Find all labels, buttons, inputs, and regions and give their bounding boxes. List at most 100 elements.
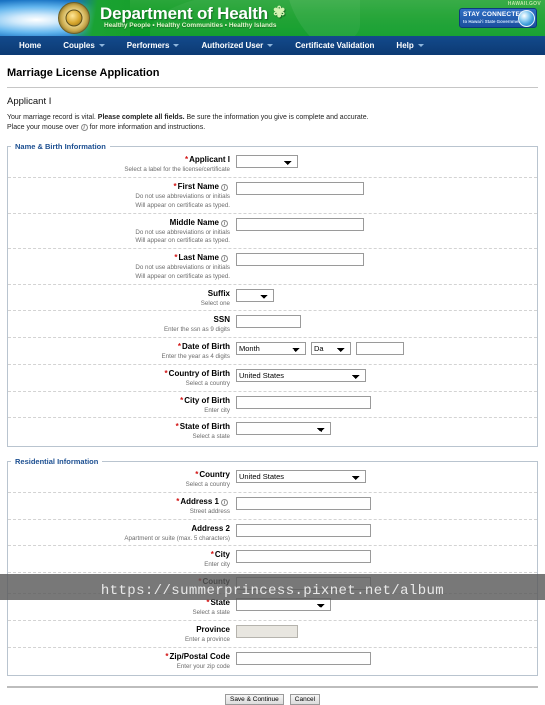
field-label-city-of-birth: *City of Birth Enter city <box>8 396 236 415</box>
field-label-text: *Address 1i <box>8 497 230 507</box>
dob-year-input[interactable] <box>356 342 404 356</box>
nav-item-label: Couples <box>63 41 95 50</box>
field-control-city-of-birth <box>236 395 371 409</box>
intro-part-4: Place your mouse over <box>7 124 79 132</box>
field-help-text: Select a state <box>192 433 231 441</box>
required-asterisk: * <box>184 155 189 165</box>
field-control-city <box>236 550 371 564</box>
field-help-text: Select a label for the license/certifica… <box>124 166 230 174</box>
site-banner: Department of Health ✾ Healthy People • H… <box>0 0 545 36</box>
chevron-down-icon <box>173 44 180 47</box>
form-row-first-name: *First Name i Do not use abbreviations or … <box>8 178 537 214</box>
residential-input-city[interactable] <box>236 550 371 564</box>
form-row-state-of-birth: *State of Birth Select a state <box>8 418 537 444</box>
field-help-text: Select one <box>200 299 230 307</box>
required-asterisk: * <box>195 470 199 480</box>
birth-input-first-name[interactable] <box>236 182 364 196</box>
field-control-first-name <box>236 182 364 196</box>
field-control-province <box>236 624 298 638</box>
form-row-zip-postal-code: *Zip/Postal Code Enter your zip code <box>8 648 537 674</box>
stay-connected-subtitle: to Hawai‘i State Government <box>463 19 523 24</box>
nav-item-certificate-validation[interactable]: Certificate Validation <box>284 41 385 50</box>
required-asterisk: * <box>180 395 184 405</box>
seal-inner-icon <box>65 9 83 27</box>
page-content: Marriage License Application Applicant I… <box>0 67 545 705</box>
form-row-country-of-birth: *Country of Birth Select a country United … <box>8 365 537 392</box>
residential-input-zip-postal-code[interactable] <box>236 651 371 665</box>
birth-select-suffix[interactable] <box>236 288 274 302</box>
nav-item-label: Authorized User <box>201 41 264 50</box>
field-label-applicant-i: *Applicant I Select a label for the licen… <box>8 155 236 174</box>
state-of-hawaii-seal-icon <box>58 2 90 34</box>
nav-item-authorized-user[interactable]: Authorized User <box>190 41 284 50</box>
field-help-text: Enter a province <box>184 635 230 643</box>
form-row-city: *City Enter city <box>8 546 537 574</box>
required-asterisk: * <box>164 368 168 378</box>
dob-month-select[interactable]: Month <box>236 342 306 356</box>
form-row-date-of-birth: *Date of Birth Enter the year as 4 digits… <box>8 338 537 365</box>
intro-part-5: for more information and instructions. <box>89 124 206 132</box>
intro-part-3: Be sure the information you give is comp… <box>184 114 369 121</box>
field-help-text: Do not use abbreviations or initials <box>135 264 230 272</box>
field-help-text: Will appear on certificate as typed. <box>135 272 230 280</box>
nav-item-help[interactable]: Help <box>385 41 434 50</box>
field-label-text: *City of Birth <box>180 395 230 405</box>
field-control-address-2 <box>236 523 371 537</box>
birth-input-ssn[interactable] <box>236 315 301 329</box>
form-row-city-of-birth: *City of Birth Enter city <box>8 392 537 419</box>
form-actions: Save & Continue Cancel <box>7 688 538 705</box>
stay-connected-badge[interactable]: STAY CONNECTED to Hawai‘i State Governme… <box>459 8 537 28</box>
birth-input-middle-name[interactable] <box>236 217 364 231</box>
save-and-continue-button[interactable]: Save & Continue <box>224 694 284 705</box>
field-label-text: Middle Name i <box>8 218 230 228</box>
form-row-middle-name: Middle Name i Do not use abbreviations or … <box>8 214 537 250</box>
info-icon[interactable]: i <box>221 219 228 227</box>
residential-legend: Residential Information <box>15 457 99 467</box>
field-label-last-name: *Last Name i Do not use abbreviations or i… <box>8 253 236 281</box>
nav-item-home[interactable]: Home <box>8 41 52 50</box>
residential-input-address-2[interactable] <box>236 523 371 537</box>
form-row-suffix: Suffix Select one <box>8 285 537 312</box>
field-help-text: Do not use abbreviations or initials <box>135 193 230 201</box>
field-label-address-2: Address 2 Apartment or suite (max. 5 char… <box>8 524 236 543</box>
nav-item-couples[interactable]: Couples <box>52 41 116 50</box>
field-label-date-of-birth: *Date of Birth Enter the year as 4 digits <box>8 342 236 361</box>
dob-day-select[interactable]: Da <box>311 342 351 356</box>
department-tagline: Healthy People • Healthy Communities • H… <box>104 22 277 29</box>
required-asterisk: * <box>175 422 179 432</box>
form-row-country: *Country Select a country United States <box>8 466 537 493</box>
field-help-text: Will appear on certificate as typed. <box>135 201 230 209</box>
field-help-text: Select a country <box>185 481 230 489</box>
hawaii-gov-link[interactable]: HAWAII.GOV <box>508 1 541 7</box>
main-navigation: Home Couples Performers Authorized User Cert… <box>0 36 545 55</box>
form-row-address-1: *Address 1 i Street address <box>8 493 537 520</box>
field-label-province: Province Enter a province <box>8 625 236 644</box>
field-label-suffix: Suffix Select one <box>8 289 236 308</box>
intro-text: Your marriage record is vital. Please co… <box>7 113 538 133</box>
birth-select-applicant-i[interactable] <box>236 155 298 169</box>
field-label-text: *Applicant I <box>184 155 230 165</box>
cancel-button[interactable]: Cancel <box>289 694 321 705</box>
residential-input-province <box>236 624 298 638</box>
residential-input-address-1[interactable] <box>236 496 371 510</box>
field-control-zip-postal-code <box>236 651 371 665</box>
field-label-text: *State of Birth <box>175 422 230 432</box>
watermark-url: https://summerprincess.pixnet.net/album <box>100 583 445 599</box>
birth-input-last-name[interactable] <box>236 253 364 267</box>
globe-icon <box>518 10 535 27</box>
residential-select-country[interactable]: United States <box>236 470 366 484</box>
birth-select-state-of-birth[interactable] <box>236 422 331 436</box>
field-label-text: Address 2 <box>191 523 230 533</box>
department-title-text: Department of Health <box>100 4 268 23</box>
field-control-date-of-birth: Month Da <box>236 342 404 356</box>
chevron-down-icon <box>267 44 274 47</box>
field-label-state-of-birth: *State of Birth Select a state <box>8 422 236 441</box>
info-icon[interactable]: i <box>221 184 228 192</box>
info-icon[interactable]: i <box>221 498 228 506</box>
info-icon[interactable]: i <box>221 255 228 263</box>
field-label-text: *City <box>210 550 230 560</box>
birth-select-country-of-birth[interactable]: United States <box>236 368 366 382</box>
birth-input-city-of-birth[interactable] <box>236 395 371 409</box>
stay-connected-title: STAY CONNECTED <box>463 11 525 18</box>
nav-item-performers[interactable]: Performers <box>116 41 191 50</box>
